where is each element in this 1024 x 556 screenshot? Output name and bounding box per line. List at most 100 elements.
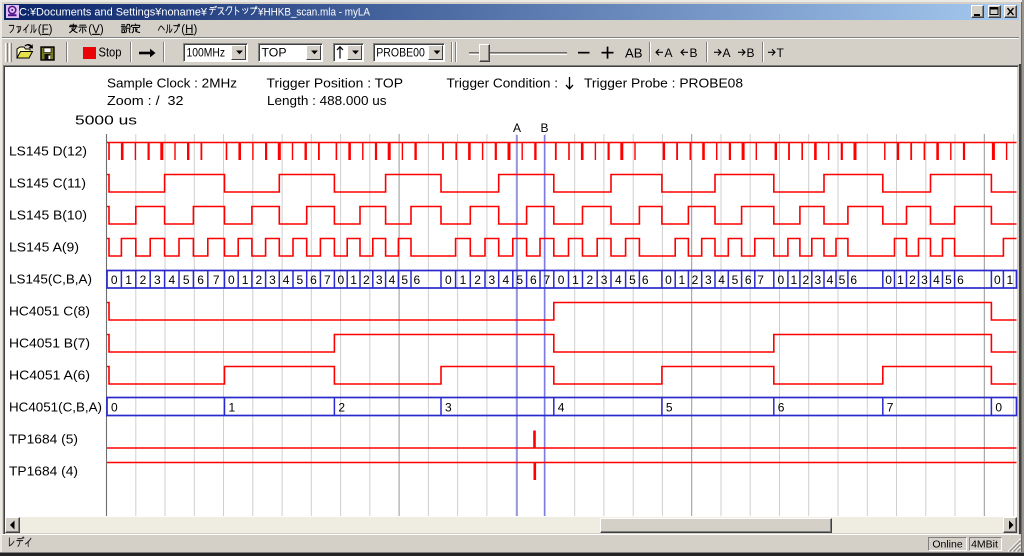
svg-text:0: 0 [337,273,344,287]
svg-text:3: 3 [815,273,822,287]
svg-text:6: 6 [745,273,752,287]
svg-text:6: 6 [642,273,649,287]
svg-text:Trigger Position : TOP: Trigger Position : TOP [267,76,404,90]
svg-text:1: 1 [229,401,236,415]
svg-text:2: 2 [255,273,262,287]
svg-text:3: 3 [489,273,496,287]
svg-text:Zoom : / 32: Zoom : / 32 [107,94,184,108]
svg-text:2: 2 [802,273,809,287]
svg-text:0: 0 [111,273,118,287]
svg-text:7: 7 [887,401,894,415]
svg-text:AB: AB [625,45,643,60]
svg-text:0: 0 [777,273,784,287]
svg-text:LS145 C(11): LS145 C(11) [9,175,86,190]
svg-text:5: 5 [839,273,846,287]
svg-text:4: 4 [389,273,396,287]
svg-text:3: 3 [445,401,452,415]
svg-text:B: B [747,46,755,60]
svg-text:Trigger Condition :: Trigger Condition : [447,76,559,90]
svg-text:1: 1 [572,273,579,287]
svg-text:2: 2 [692,273,699,287]
svg-text:1: 1 [460,273,467,287]
svg-text:7: 7 [324,273,331,287]
svg-text:6: 6 [530,273,537,287]
svg-text:TOP: TOP [262,45,287,59]
svg-text:0: 0 [111,401,118,415]
svg-text:5: 5 [945,273,952,287]
svg-text:A: A [723,46,731,60]
svg-text:2: 2 [140,273,147,287]
svg-text:¥HHKB_scan.mla - myLA: ¥HHKB_scan.mla - myLA [257,6,370,18]
svg-text:B: B [690,46,698,60]
svg-text:3: 3 [376,273,383,287]
svg-text:TP1684 (4): TP1684 (4) [9,463,78,478]
svg-text:4: 4 [283,273,290,287]
svg-text:Length : 488.000 us: Length : 488.000 us [267,94,387,108]
svg-text:5: 5 [516,273,523,287]
svg-text:PROBE00: PROBE00 [376,45,425,59]
svg-text:6: 6 [310,273,317,287]
svg-text:LS145 A(9): LS145 A(9) [9,239,79,254]
svg-text:TP1684 (5): TP1684 (5) [9,431,78,446]
svg-text:1: 1 [1007,273,1014,287]
svg-text:7: 7 [544,273,551,287]
svg-text:2: 2 [363,273,370,287]
svg-text:3: 3 [921,273,928,287]
svg-text:3: 3 [601,273,608,287]
svg-text:LS145(C,B,A): LS145(C,B,A) [9,271,92,286]
svg-text:0: 0 [995,401,1002,415]
svg-text:7: 7 [757,273,764,287]
svg-text:0: 0 [885,273,892,287]
svg-text:1: 1 [791,273,798,287]
svg-text:LS145 B(10): LS145 B(10) [9,207,87,222]
svg-text:0: 0 [228,273,235,287]
svg-text:3: 3 [154,273,161,287]
svg-text:HC4051 C(8): HC4051 C(8) [9,303,90,318]
svg-text:A: A [513,121,521,135]
svg-text:2: 2 [338,401,345,415]
svg-text:A: A [665,46,673,60]
svg-text:100MHz: 100MHz [187,45,226,59]
svg-text:5000 us: 5000 us [75,112,138,127]
svg-text:1: 1 [678,273,685,287]
svg-text:6: 6 [197,273,204,287]
svg-text:2: 2 [909,273,916,287]
svg-text:7: 7 [213,273,220,287]
svg-text:5: 5 [666,401,673,415]
svg-text:HC4051(C,B,A): HC4051(C,B,A) [9,399,102,414]
svg-text:4: 4 [827,273,834,287]
svg-text:0: 0 [994,273,1001,287]
svg-text:4: 4 [718,273,725,287]
svg-text:5: 5 [183,273,190,287]
svg-text:1: 1 [350,273,357,287]
svg-text:5: 5 [629,273,636,287]
svg-text:1: 1 [242,273,249,287]
svg-text:HC4051 B(7): HC4051 B(7) [9,335,90,350]
svg-text:(F): (F) [38,24,53,36]
svg-text:4: 4 [558,401,565,415]
svg-text:(H): (H) [181,24,197,36]
svg-text:Online: Online [932,538,963,550]
svg-text:(V): (V) [88,24,104,36]
svg-text:2: 2 [587,273,594,287]
svg-text:HC4051 A(6): HC4051 A(6) [9,367,90,382]
svg-text:4: 4 [615,273,622,287]
svg-text:6: 6 [414,273,421,287]
svg-text:6: 6 [778,401,785,415]
svg-text:C:¥Documents and Settings¥nona: C:¥Documents and Settings¥noname¥ [19,6,208,18]
svg-text:0: 0 [445,273,452,287]
svg-text:Trigger Probe : PROBE08: Trigger Probe : PROBE08 [584,76,743,90]
svg-text:5: 5 [732,273,739,287]
svg-text:T: T [777,46,785,60]
svg-text:3: 3 [269,273,276,287]
svg-text:1: 1 [125,273,132,287]
svg-text:5: 5 [401,273,408,287]
svg-text:4MBit: 4MBit [971,538,998,550]
svg-text:4: 4 [168,273,175,287]
svg-text:2: 2 [474,273,481,287]
svg-text:4: 4 [502,273,509,287]
svg-text:0: 0 [558,273,565,287]
svg-text:1: 1 [897,273,904,287]
svg-text:5: 5 [297,273,304,287]
svg-text:B: B [540,121,548,135]
